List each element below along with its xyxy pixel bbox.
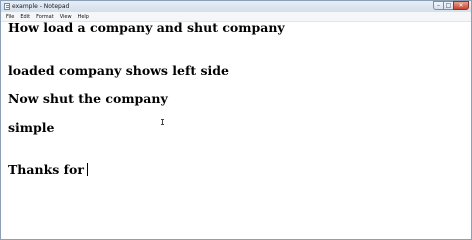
menu-edit[interactable]: Edit (17, 14, 33, 20)
menu-file[interactable]: File (3, 14, 17, 20)
document-line: loaded company shows left side (8, 63, 229, 78)
window-controls: – □ ✕ (433, 1, 469, 11)
document-line: Now shut the company (8, 91, 168, 106)
document-line-with-caret: Thanks for (8, 162, 88, 177)
maximize-button[interactable]: □ (443, 1, 453, 10)
text-editor-area[interactable]: How load a company and shut company load… (1, 22, 471, 239)
document-line-text: Thanks for (8, 162, 84, 177)
menu-format[interactable]: Format (33, 14, 57, 20)
menu-help[interactable]: Help (75, 14, 92, 20)
minimize-button[interactable]: – (433, 1, 443, 10)
menu-bar: File Edit Format View Help (1, 12, 471, 22)
text-caret (86, 163, 88, 176)
ibeam-cursor-icon (161, 119, 164, 125)
menu-view[interactable]: View (57, 14, 75, 20)
notepad-window: example - Notepad – □ ✕ File Edit Format… (0, 0, 472, 240)
title-bar[interactable]: example - Notepad – □ ✕ (1, 1, 471, 12)
document-line: simple (8, 120, 55, 135)
document-line: How load a company and shut company (8, 22, 285, 35)
window-title: example - Notepad (12, 3, 70, 10)
close-button[interactable]: ✕ (453, 1, 469, 10)
notepad-icon[interactable] (4, 3, 10, 10)
